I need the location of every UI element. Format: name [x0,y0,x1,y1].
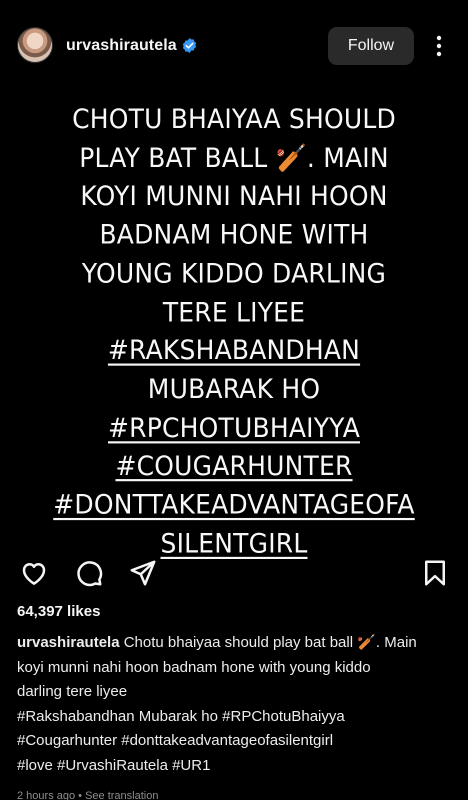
likes-count[interactable]: 64,397 likes [17,603,100,620]
post-text-line: KOYI MUNNI NAHI HOON [80,180,388,212]
post-text-line: BADNAM HONE WITH [99,218,369,251]
post-text-line: MUBARAK HO [147,373,321,405]
caption-username[interactable]: urvashirautela [17,634,120,651]
action-bar [0,552,468,596]
post-hashtag-line: #DONTTAKEADVANTAGEOFA [53,488,415,521]
caption-hashtags[interactable]: #love #UrvashiRautela #UR1 [17,754,457,779]
post-header: urvashirautela Follow [0,0,468,92]
caption-line: darling tere liyee [17,683,128,700]
caption-line: koyi munni nahi hoon badnam hone with yo… [17,658,371,676]
bookmark-icon[interactable] [420,558,450,588]
timestamp: 2 hours ago [17,790,76,800]
see-translation-link[interactable]: See translation [85,790,158,800]
post-text-line: PLAY BAT BALL 🏏. MAIN [79,141,389,174]
post-hashtag-line: #RPCHOTUBHAIYYA [107,411,361,444]
caption: urvashirautela Chotu bhaiyaa should play… [17,631,457,778]
caption-hashtags[interactable]: #Rakshabandhan Mubarak ho #RPChotuBhaiyy… [17,705,457,730]
post-screen: urvashirautela Follow CHOTU BHAIYAA SHOU… [0,0,468,800]
post-text: CHOTU BHAIYAA SHOULD PLAY BAT BALL 🏏. MA… [0,100,468,563]
post-text-line: CHOTU BHAIYAA SHOULD [72,103,396,135]
meta-separator: • [75,790,86,800]
comment-icon[interactable] [74,558,104,588]
follow-button[interactable]: Follow [328,27,414,65]
post-image[interactable]: CHOTU BHAIYAA SHOULD PLAY BAT BALL 🏏. MA… [0,92,468,559]
post-hashtag-line: #RAKSHABANDHAN [107,334,361,366]
username[interactable]: urvashirautela [66,37,177,55]
avatar[interactable] [17,27,53,63]
post-meta: 2 hours ago • See translation [17,790,158,800]
post-text-line: YOUNG KIDDO DARLING [81,257,387,289]
post-text-line: TERE LIYEE [162,296,306,328]
caption-line: urvashirautela Chotu bhaiyaa should play… [17,631,457,656]
more-vertical-icon[interactable] [432,34,446,58]
caption-hashtags[interactable]: #Cougarhunter #donttakeadvantageofasilen… [17,729,457,754]
send-icon[interactable] [128,558,158,588]
post-hashtag-line: #COUGARHUNTER [115,450,353,482]
heart-icon[interactable] [19,558,49,588]
verified-badge-icon [182,38,197,53]
caption-text: Chotu bhaiyaa should play bat ball 🏏. Ma… [123,634,417,651]
